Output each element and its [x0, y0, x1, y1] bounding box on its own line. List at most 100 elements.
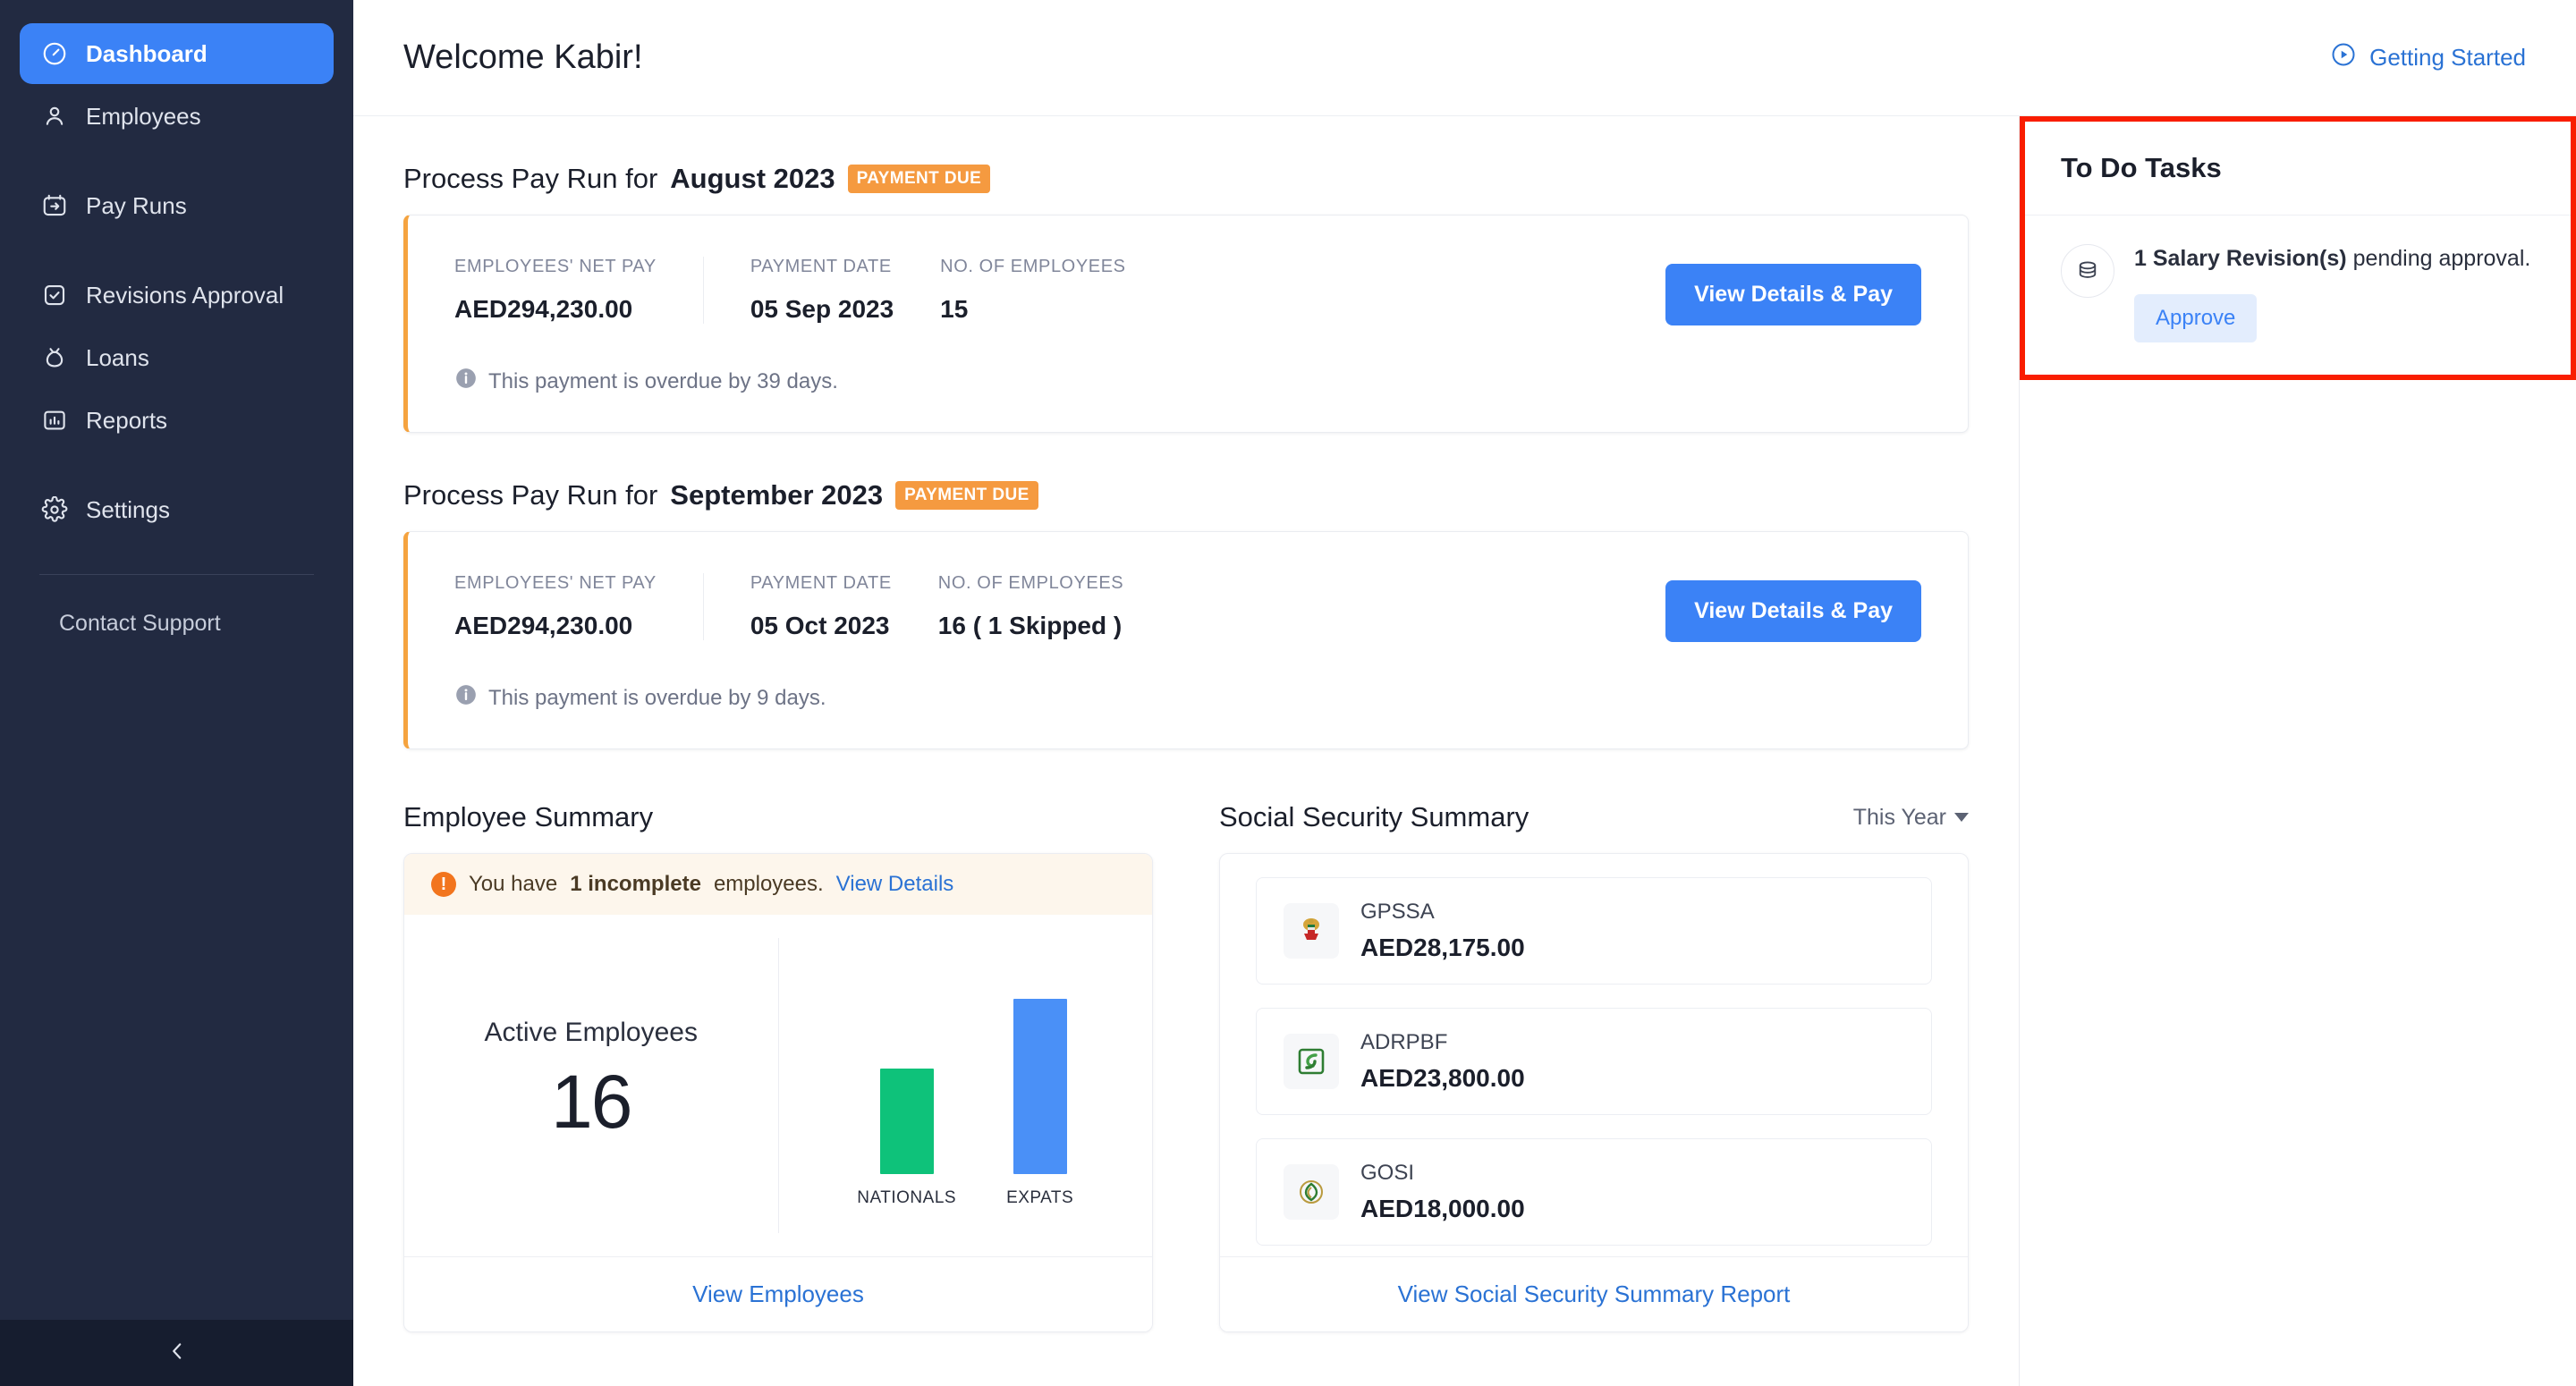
stat-label: PAYMENT DATE: [750, 257, 894, 277]
topbar: Welcome Kabir! Getting Started: [353, 0, 2576, 116]
provider-name: GPSSA: [1360, 900, 1525, 925]
sidebar-item-dashboard[interactable]: Dashboard: [20, 23, 334, 84]
stat-label: NO. OF EMPLOYEES: [938, 573, 1123, 594]
payrun-heading: Process Pay Run for August 2023 PAYMENT …: [403, 163, 1969, 195]
getting-started-label: Getting Started: [2369, 44, 2526, 72]
provider-amount: AED18,000.00: [1360, 1195, 1525, 1223]
calendar-arrow-icon: [39, 190, 70, 221]
summary-row: Employee Summary ! You have 1 incomplete…: [403, 801, 1969, 1332]
payrun-section-august: Process Pay Run for August 2023 PAYMENT …: [403, 163, 1969, 433]
gauge-icon: [39, 38, 70, 69]
bar-expats: [1013, 999, 1067, 1174]
payrun-section-september: Process Pay Run for September 2023 PAYME…: [403, 479, 1969, 749]
employee-summary-section: Employee Summary ! You have 1 incomplete…: [403, 801, 1153, 1332]
sidebar-collapse-button[interactable]: [0, 1320, 353, 1386]
todo-task-item: 1 Salary Revision(s) pending approval. A…: [2025, 216, 2571, 375]
getting-started-link[interactable]: Getting Started: [2330, 41, 2526, 74]
payrun-card: EMPLOYEES' NET PAY AED294,230.00 PAYMENT…: [403, 531, 1969, 749]
stat-label: EMPLOYEES' NET PAY: [454, 257, 657, 277]
stat-value: 15: [940, 295, 1125, 324]
view-social-security-report-link[interactable]: View Social Security Summary Report: [1398, 1280, 1791, 1307]
sidebar-item-label: Dashboard: [86, 40, 208, 68]
nationality-bar-chart: NATIONALS EXPATS: [779, 915, 1153, 1256]
app-root: Dashboard Employees Pay Runs: [0, 0, 2576, 1386]
right-panel: To Do Tasks 1 Salary Revision(s) pending…: [2020, 116, 2576, 1386]
stat-label: EMPLOYEES' NET PAY: [454, 573, 657, 594]
provider-amount: AED28,175.00: [1360, 934, 1525, 962]
period-label: This Year: [1853, 805, 1946, 831]
sidebar-item-label: Settings: [86, 496, 170, 524]
stat-no-of-employees: NO. OF EMPLOYEES 15: [940, 257, 1172, 324]
incomplete-employees-alert: ! You have 1 incomplete employees. View …: [404, 854, 1152, 915]
sidebar-item-settings[interactable]: Settings: [20, 479, 334, 540]
stat-value: AED294,230.00: [454, 612, 657, 640]
overdue-notice: This payment is overdue by 39 days.: [454, 367, 1921, 396]
sidebar-item-revisions-approval[interactable]: Revisions Approval: [20, 265, 334, 325]
list-item[interactable]: GPSSA AED28,175.00: [1256, 877, 1932, 985]
employee-summary-panel: ! You have 1 incomplete employees. View …: [403, 853, 1153, 1332]
stat-net-pay: EMPLOYEES' NET PAY AED294,230.00: [454, 257, 703, 324]
sidebar-item-label: Reports: [86, 407, 167, 435]
bar-label-nationals: NATIONALS: [857, 1188, 956, 1208]
sidebar-item-label: Revisions Approval: [86, 282, 284, 309]
employee-summary-footer: View Employees: [404, 1256, 1152, 1331]
overdue-notice: This payment is overdue by 9 days.: [454, 683, 1921, 713]
view-employees-link[interactable]: View Employees: [692, 1280, 864, 1307]
todo-tasks-title: To Do Tasks: [2061, 152, 2535, 184]
chevron-down-icon: [1954, 813, 1969, 822]
view-details-and-pay-button[interactable]: View Details & Pay: [1665, 264, 1921, 325]
social-security-title: Social Security Summary: [1219, 801, 1529, 833]
stat-no-of-employees: NO. OF EMPLOYEES 16 ( 1 Skipped ): [938, 573, 1170, 640]
alert-emphasis: 1 incomplete: [570, 872, 701, 897]
social-security-list[interactable]: GPSSA AED28,175.00: [1220, 854, 1968, 1256]
sidebar-item-pay-runs[interactable]: Pay Runs: [20, 175, 334, 236]
stat-label: NO. OF EMPLOYEES: [940, 257, 1125, 277]
sidebar-item-employees[interactable]: Employees: [20, 86, 334, 147]
list-item[interactable]: ADRPBF AED23,800.00: [1256, 1008, 1932, 1115]
sidebar-nav: Dashboard Employees Pay Runs: [0, 0, 353, 1320]
sidebar-item-contact-support[interactable]: Contact Support: [20, 575, 334, 637]
view-details-and-pay-button[interactable]: View Details & Pay: [1665, 580, 1921, 642]
money-bag-icon: [39, 342, 70, 373]
todo-task-rest: pending approval.: [2347, 246, 2531, 271]
sidebar-item-label: Employees: [86, 103, 201, 131]
stat-net-pay: EMPLOYEES' NET PAY AED294,230.00: [454, 573, 703, 640]
payrun-month: August 2023: [670, 163, 835, 195]
overdue-text: This payment is overdue by 39 days.: [488, 369, 838, 394]
sidebar-item-label: Loans: [86, 344, 149, 372]
stat-payment-date: PAYMENT DATE 05 Oct 2023: [703, 573, 938, 640]
overdue-text: This payment is overdue by 9 days.: [488, 686, 826, 711]
social-security-summary-section: Social Security Summary This Year: [1219, 801, 1969, 1332]
list-item[interactable]: GOSI AED18,000.00: [1256, 1138, 1932, 1246]
play-circle-icon: [2330, 41, 2357, 74]
bar-label-expats: EXPATS: [1006, 1188, 1073, 1208]
user-icon: [39, 101, 70, 131]
alert-suffix: employees.: [714, 872, 824, 897]
employee-summary-body: Active Employees 16 NATIONALS: [404, 915, 1152, 1256]
chevron-left-icon: [165, 1340, 189, 1367]
todo-tasks-header: To Do Tasks: [2025, 122, 2571, 216]
provider-name: GOSI: [1360, 1161, 1525, 1186]
payrun-lead: Process Pay Run for: [403, 163, 657, 195]
employee-summary-title: Employee Summary: [403, 801, 653, 833]
sidebar-item-reports[interactable]: Reports: [20, 390, 334, 451]
view-details-link[interactable]: View Details: [836, 872, 954, 897]
payrun-month: September 2023: [670, 479, 883, 511]
status-badge: PAYMENT DUE: [848, 165, 991, 193]
payrun-lead: Process Pay Run for: [403, 479, 657, 511]
gear-icon: [39, 494, 70, 525]
alert-exclamation-icon: !: [431, 872, 456, 897]
check-square-icon: [39, 280, 70, 310]
employee-summary-header: Employee Summary: [403, 801, 1153, 833]
info-icon: [454, 367, 478, 396]
bar-nationals: [880, 1069, 934, 1174]
coins-stack-icon: [2061, 244, 2114, 298]
content-area: Welcome Kabir! Getting Started Process P…: [353, 0, 2576, 1386]
period-dropdown[interactable]: This Year: [1853, 805, 1969, 831]
sidebar-item-loans[interactable]: Loans: [20, 327, 334, 388]
bar-group-nationals: NATIONALS: [857, 1069, 956, 1208]
stat-value: 05 Sep 2023: [750, 295, 894, 324]
todo-task-text: 1 Salary Revision(s) pending approval.: [2134, 244, 2530, 275]
active-employees-stat: Active Employees 16: [404, 1018, 778, 1154]
approve-button[interactable]: Approve: [2134, 294, 2257, 342]
